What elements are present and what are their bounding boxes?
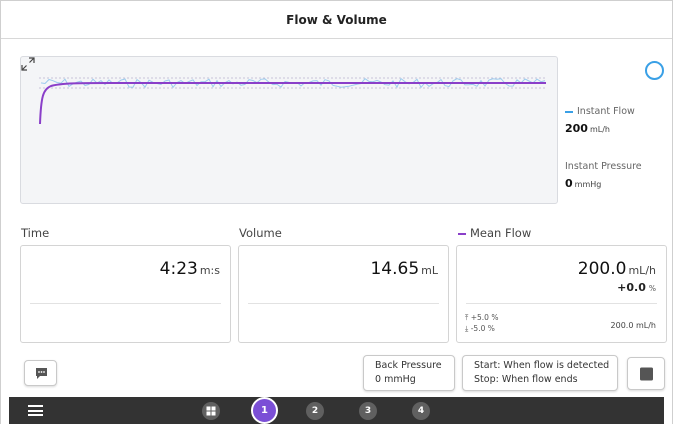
grid-icon xyxy=(206,406,216,416)
divider xyxy=(466,303,657,304)
time-value: 4:23 xyxy=(159,259,198,279)
mean-flow-deviation-unit: % xyxy=(648,284,656,293)
instant-pressure-value: 0 xyxy=(565,177,573,190)
divider xyxy=(30,303,221,304)
instant-pressure-label: Instant Pressure xyxy=(565,161,642,172)
time-unit: m:s xyxy=(199,264,220,277)
instant-flow-value: 200 xyxy=(565,122,588,135)
mean-flow-series xyxy=(39,82,546,125)
bottom-nav-bar: 1 2 3 4 xyxy=(9,397,664,424)
start-stop-condition-button[interactable]: Start: When flow is detected Stop: When … xyxy=(462,355,618,391)
mean-flow-label: Mean Flow xyxy=(470,226,532,240)
instant-flow-label: Instant Flow xyxy=(577,106,635,117)
flow-chart xyxy=(39,77,546,125)
divider xyxy=(248,303,439,304)
back-pressure-button[interactable]: Back Pressure 0 mmHg xyxy=(363,355,455,391)
arrow-up-bar-icon: ⤒ xyxy=(465,313,469,322)
step-4-button[interactable]: 4 xyxy=(412,402,430,420)
expand-icon[interactable] xyxy=(21,57,35,71)
stop-button[interactable] xyxy=(627,357,665,390)
step-2-button[interactable]: 2 xyxy=(306,402,324,420)
mean-flow-value: 200.0 xyxy=(577,259,627,279)
start-condition-text: Start: When flow is detected xyxy=(474,360,610,371)
tolerance-upper-value: +5.0 % xyxy=(470,313,499,322)
step-1-button[interactable]: 1 xyxy=(251,397,278,424)
mean-flow-target: 200.0 mL/h xyxy=(610,321,656,330)
volume-card: 14.65 mL xyxy=(238,245,449,343)
instant-flow-unit: mL/h xyxy=(589,125,610,134)
comment-button[interactable] xyxy=(24,360,57,386)
stop-icon xyxy=(640,367,653,381)
tolerance-lower: ⤓ -5.0 % xyxy=(465,324,495,334)
volume-label: Volume xyxy=(239,226,282,240)
instant-pressure-unit: mmHg xyxy=(574,180,602,189)
instant-flow-info: Instant Flow 200 mL/h xyxy=(565,106,665,135)
tolerance-upper: ⤒ +5.0 % xyxy=(465,313,498,323)
mean-flow-unit: mL/h xyxy=(628,264,656,277)
back-pressure-label: Back Pressure xyxy=(375,360,442,371)
instant-pressure-info: Instant Pressure 0 mmHg xyxy=(565,161,665,190)
instant-flow-legend-swatch xyxy=(565,110,573,113)
flow-chart-panel xyxy=(20,56,558,204)
grid-button[interactable] xyxy=(202,402,220,420)
mean-flow-deviation: +0.0 xyxy=(617,281,646,294)
volume-unit: mL xyxy=(421,264,438,277)
time-label: Time xyxy=(21,226,50,240)
arrow-down-bar-icon: ⤓ xyxy=(465,324,469,333)
tolerance-lower-value: -5.0 % xyxy=(470,324,495,333)
menu-icon[interactable] xyxy=(28,405,43,416)
title-bar: Flow & Volume xyxy=(1,1,672,39)
loading-spinner-icon xyxy=(645,61,664,80)
page-title: Flow & Volume xyxy=(286,12,387,27)
volume-value: 14.65 xyxy=(370,259,420,279)
step-3-button[interactable]: 3 xyxy=(359,402,377,420)
mean-flow-card: 200.0 mL/h +0.0% ⤒ +5.0 % ⤓ -5.0 % 200.0 … xyxy=(456,245,667,343)
comment-icon xyxy=(36,368,47,379)
mean-flow-header: Mean Flow xyxy=(458,226,531,240)
mean-flow-legend-swatch xyxy=(458,232,466,235)
time-card: 4:23 m:s xyxy=(20,245,231,343)
back-pressure-value: 0 mmHg xyxy=(375,374,416,385)
stop-condition-text: Stop: When flow ends xyxy=(474,374,578,385)
